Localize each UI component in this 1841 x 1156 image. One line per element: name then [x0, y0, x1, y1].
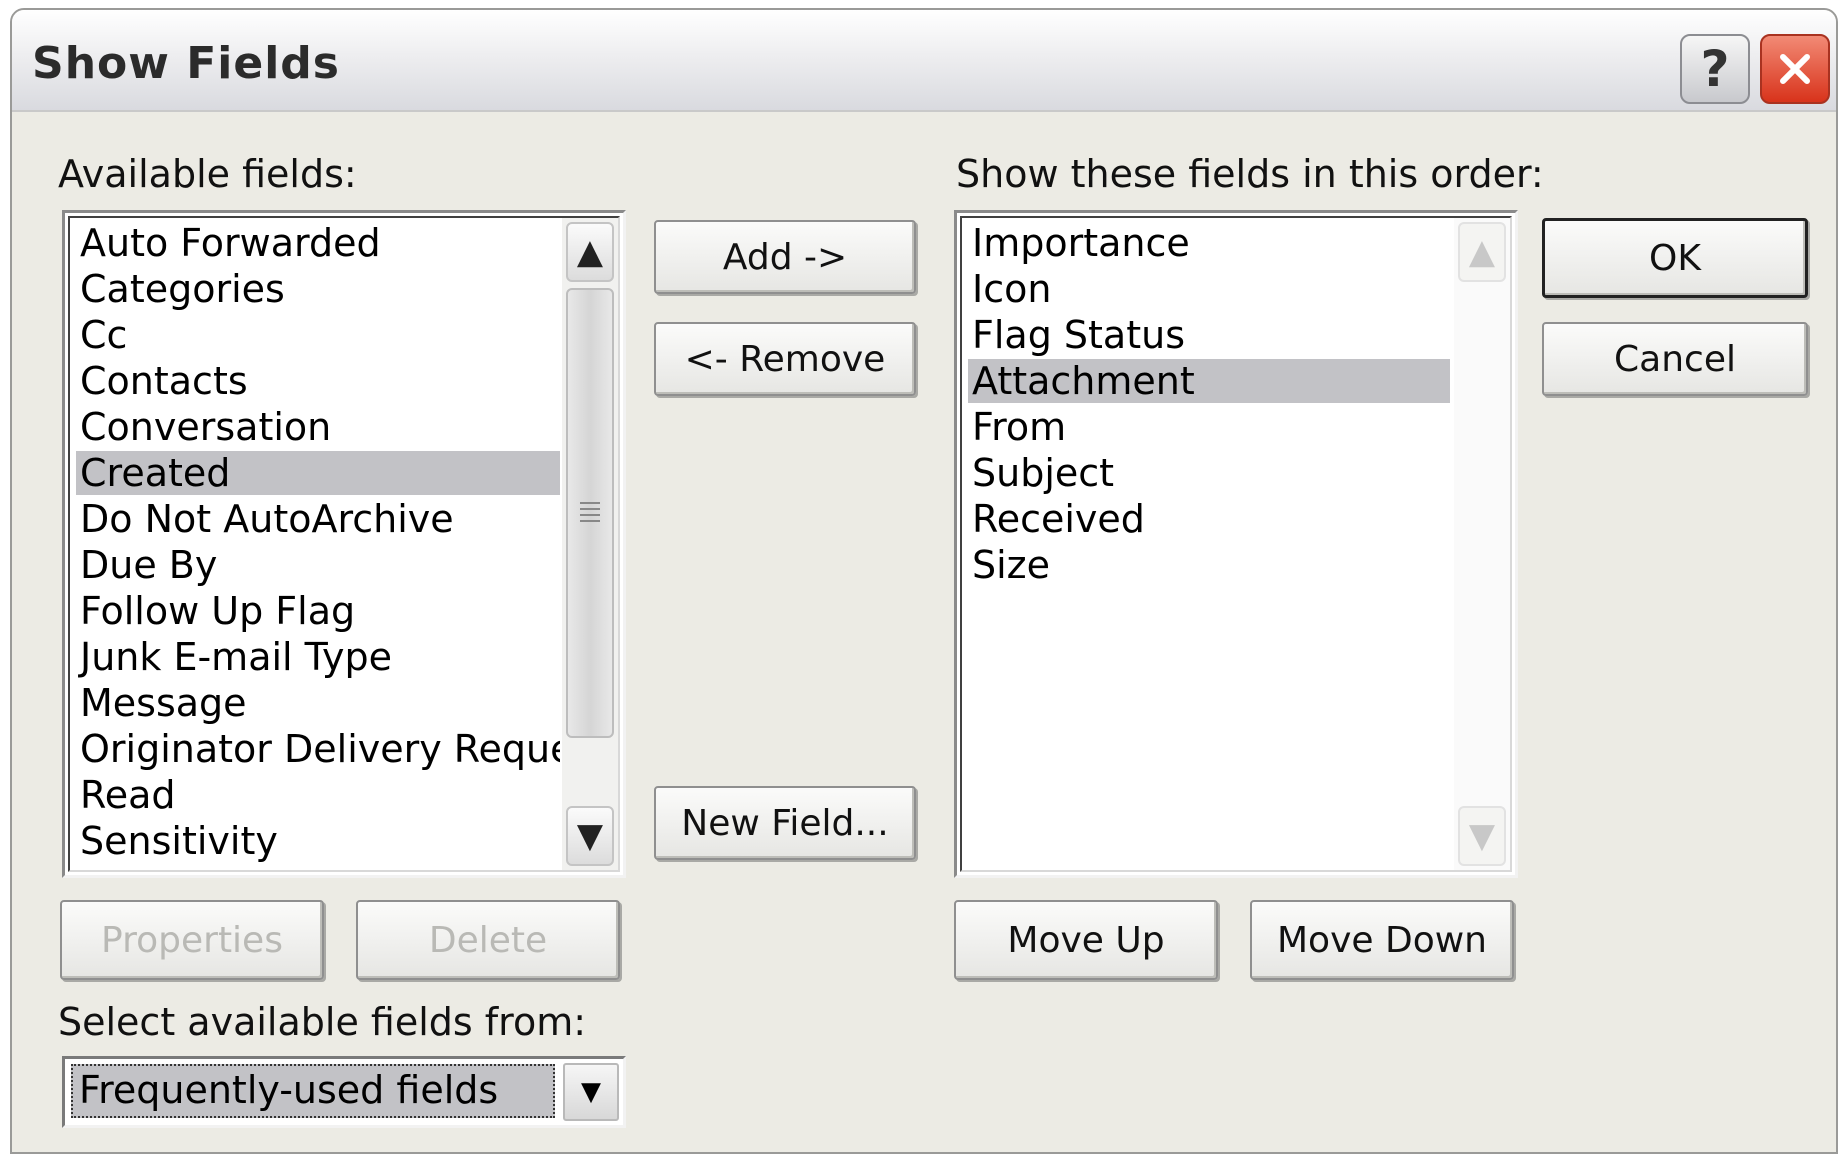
list-item[interactable]: Originator Delivery Requeste	[76, 727, 560, 771]
list-item[interactable]: Icon	[968, 267, 1450, 311]
list-item[interactable]: Created	[76, 451, 560, 495]
scroll-down-button[interactable]: ▼	[566, 806, 614, 866]
close-button[interactable]	[1760, 34, 1830, 104]
list-item[interactable]: Conversation	[76, 405, 560, 449]
scroll-up-button[interactable]: ▲	[566, 222, 614, 282]
help-button[interactable]: ?	[1680, 34, 1750, 104]
list-item[interactable]: Due By	[76, 543, 560, 587]
grip-icon	[580, 502, 600, 524]
available-fields-list-frame: Auto Forwarded Categories Cc Contacts Conver…	[68, 216, 620, 872]
chevron-up-icon: ▲	[1468, 232, 1496, 272]
list-item[interactable]: Attachment	[968, 359, 1450, 403]
list-item[interactable]: Categories	[76, 267, 560, 311]
available-fields-scrollbar[interactable]: ▲ ▼	[562, 218, 618, 870]
list-item[interactable]: Contacts	[76, 359, 560, 403]
scroll-down-button-disabled: ▼	[1458, 806, 1506, 866]
list-item[interactable]: Received	[968, 497, 1450, 541]
available-fields-label: Available fields:	[58, 152, 357, 196]
new-field-button[interactable]: New Field...	[654, 786, 916, 860]
field-source-select[interactable]: Frequently-used fields ▼	[62, 1056, 626, 1128]
dialog-title: Show Fields	[32, 38, 340, 89]
shown-fields-label: Show these fields in this order:	[956, 152, 1544, 196]
properties-button[interactable]: Properties	[60, 900, 324, 980]
list-item[interactable]: From	[968, 405, 1450, 449]
move-up-button[interactable]: Move Up	[954, 900, 1218, 980]
list-item[interactable]: Follow Up Flag	[76, 589, 560, 633]
scrollbar-thumb[interactable]	[566, 288, 614, 738]
chevron-down-icon: ▼	[581, 1077, 601, 1107]
dropdown-button[interactable]: ▼	[563, 1063, 619, 1121]
move-down-button[interactable]: Move Down	[1250, 900, 1514, 980]
cancel-button[interactable]: Cancel	[1542, 322, 1808, 396]
delete-button[interactable]: Delete	[356, 900, 620, 980]
list-item[interactable]: Auto Forwarded	[76, 221, 560, 265]
list-item[interactable]: Cc	[76, 313, 560, 357]
chevron-down-icon: ▼	[576, 816, 604, 856]
list-item[interactable]: Do Not AutoArchive	[76, 497, 560, 541]
shown-fields-list-frame: Importance Icon Flag Status Attachment From S…	[960, 216, 1512, 872]
title-bar: Show Fields ?	[12, 10, 1836, 112]
chevron-up-icon: ▲	[576, 232, 604, 272]
scroll-up-button-disabled: ▲	[1458, 222, 1506, 282]
list-item[interactable]: Flag Status	[968, 313, 1450, 357]
list-item[interactable]: Junk E-mail Type	[76, 635, 560, 679]
close-icon	[1780, 54, 1810, 84]
remove-button[interactable]: <- Remove	[654, 322, 916, 396]
help-icon: ?	[1700, 40, 1730, 98]
list-item[interactable]: Read	[76, 773, 560, 817]
available-fields-list[interactable]: Auto Forwarded Categories Cc Contacts Conver…	[62, 210, 626, 878]
list-item[interactable]: Message	[76, 681, 560, 725]
list-item[interactable]: Subject	[968, 451, 1450, 495]
ok-button[interactable]: OK	[1542, 218, 1808, 298]
field-source-label: Select available fields from:	[58, 1000, 587, 1044]
list-item[interactable]: Importance	[968, 221, 1450, 265]
add-button[interactable]: Add ->	[654, 220, 916, 294]
field-source-value: Frequently-used fields	[71, 1064, 555, 1118]
shown-fields-list[interactable]: Importance Icon Flag Status Attachment From S…	[954, 210, 1518, 878]
chevron-down-icon: ▼	[1468, 816, 1496, 856]
list-item[interactable]: Size	[968, 543, 1450, 587]
list-item[interactable]: Sensitivity	[76, 819, 560, 863]
show-fields-dialog: Show Fields ? Available fields: Auto For…	[10, 8, 1838, 1154]
shown-fields-scrollbar: ▲ ▼	[1454, 218, 1510, 870]
